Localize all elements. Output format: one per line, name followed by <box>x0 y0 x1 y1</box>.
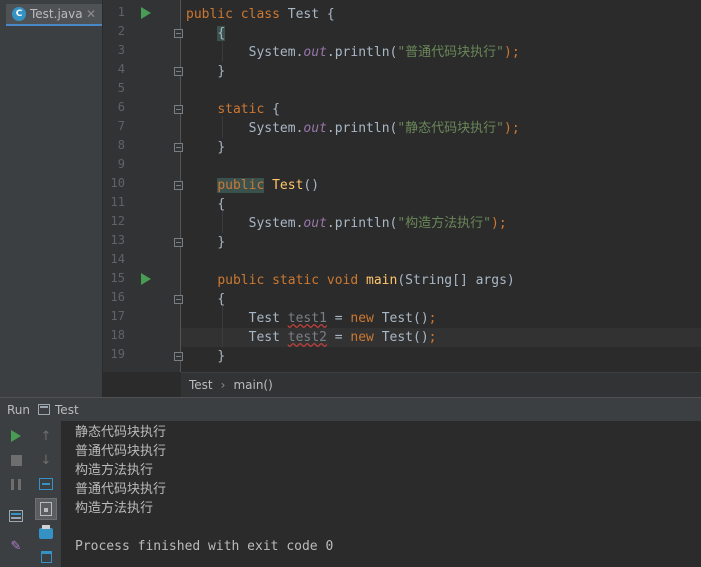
run-class-gutter-icon[interactable] <box>141 7 151 19</box>
code-line-2: { <box>217 26 226 41</box>
line-number: 11 <box>110 195 125 209</box>
clear-all-button[interactable] <box>35 546 57 567</box>
console-line: 普通代码块执行 <box>75 444 167 459</box>
console-output[interactable]: 静态代码块执行 普通代码块执行 构造方法执行 普通代码块执行 构造方法执行 Pr… <box>62 421 701 567</box>
line-number: 4 <box>117 62 125 76</box>
code-line-1: public class Test { <box>186 7 335 22</box>
run-configuration-icon <box>38 404 51 415</box>
restore-layout-button[interactable] <box>5 505 27 527</box>
line-number: 6 <box>117 100 125 114</box>
run-tool-window-header: Run Test <box>0 397 701 421</box>
rerun-icon <box>11 430 21 442</box>
file-tab-test-java[interactable]: C Test.java ✕ <box>6 4 102 26</box>
trash-icon <box>40 551 52 563</box>
code-line-8: } <box>217 140 226 155</box>
line-number: 14 <box>110 252 125 266</box>
run-main-gutter-icon[interactable] <box>141 273 151 285</box>
next-occurrence-button[interactable]: ↓ <box>35 449 57 471</box>
line-number: 15 <box>110 271 125 285</box>
line-number: 12 <box>110 214 125 228</box>
java-class-icon: C <box>12 7 26 21</box>
stop-button[interactable] <box>5 449 27 471</box>
code-line-17: Test test1 = new Test(); <box>248 311 437 326</box>
line-number: 19 <box>110 347 125 361</box>
previous-occurrence-button[interactable]: ↑ <box>35 425 57 447</box>
code-editor[interactable]: public class Test { { System.out.println… <box>181 0 701 372</box>
code-line-15: public static void main(String[] args) <box>217 273 515 288</box>
line-number: 7 <box>117 119 125 133</box>
layout-icon <box>9 510 23 522</box>
arrow-down-icon: ↓ <box>40 452 52 468</box>
line-number: 3 <box>117 43 125 57</box>
line-number: 16 <box>110 290 125 304</box>
file-tab-label: Test.java <box>30 7 83 21</box>
run-toolbar: ✎ ↑ ↓ <box>0 421 62 567</box>
code-line-3: System.out.println("普通代码块执行"); <box>248 45 520 60</box>
breadcrumb-method[interactable]: main() <box>233 378 272 392</box>
code-line-6: static { <box>217 102 280 117</box>
editor-gutter: 1 2 3 4 5 6 7 8 9 10 11 12 13 14 15 16 1… <box>103 0 183 372</box>
line-number: 2 <box>117 24 125 38</box>
console-line: 构造方法执行 <box>75 463 154 478</box>
line-number: 13 <box>110 233 125 247</box>
code-line-13: } <box>217 235 226 250</box>
console-line: 静态代码块执行 <box>75 425 167 440</box>
code-line-18: Test test2 = new Test(); <box>248 330 437 345</box>
scroll-to-end-button[interactable] <box>35 498 57 520</box>
arrow-up-icon: ↑ <box>40 428 52 444</box>
line-number: 9 <box>117 157 125 171</box>
code-line-12: System.out.println("构造方法执行"); <box>248 216 507 231</box>
line-number: 17 <box>110 309 125 323</box>
line-number: 10 <box>110 176 125 190</box>
breadcrumb-separator: › <box>220 378 226 392</box>
close-icon[interactable]: ✕ <box>86 7 96 21</box>
print-icon <box>39 524 53 539</box>
console-line: Process finished with exit code 0 <box>75 539 334 554</box>
code-line-7: System.out.println("静态代码块执行"); <box>248 121 520 136</box>
editor-area: C Test.java ✕ 1 2 3 4 5 6 7 8 9 10 11 12… <box>0 0 701 397</box>
stop-icon <box>10 454 22 466</box>
line-number: 18 <box>110 328 125 342</box>
pin-icon: ✎ <box>10 538 22 554</box>
run-tool-window-title: Run <box>7 402 31 417</box>
line-number: 1 <box>117 5 125 19</box>
code-line-11: { <box>217 197 226 212</box>
pause-button[interactable] <box>5 473 27 495</box>
soft-wrap-icon <box>39 478 53 490</box>
rerun-button[interactable] <box>5 425 27 447</box>
soft-wrap-button[interactable] <box>35 473 57 495</box>
breadcrumb: Test › main() <box>181 372 701 397</box>
console-line: 普通代码块执行 <box>75 482 167 497</box>
code-line-4: } <box>217 64 226 79</box>
pin-tab-button[interactable]: ✎ <box>5 535 27 557</box>
pause-icon <box>11 478 21 490</box>
line-number: 5 <box>117 81 125 95</box>
print-button[interactable] <box>35 522 57 544</box>
scroll-to-end-icon <box>40 502 52 516</box>
run-configuration-tab[interactable]: Test <box>55 403 79 417</box>
code-line-19: } <box>217 349 226 364</box>
breadcrumb-class[interactable]: Test <box>189 378 213 392</box>
console-line: 构造方法执行 <box>75 501 154 516</box>
code-line-16: { <box>217 292 226 307</box>
code-line-10: public Test() <box>217 178 320 193</box>
editor-tab-strip: C Test.java ✕ <box>0 0 103 397</box>
line-number: 8 <box>117 138 125 152</box>
